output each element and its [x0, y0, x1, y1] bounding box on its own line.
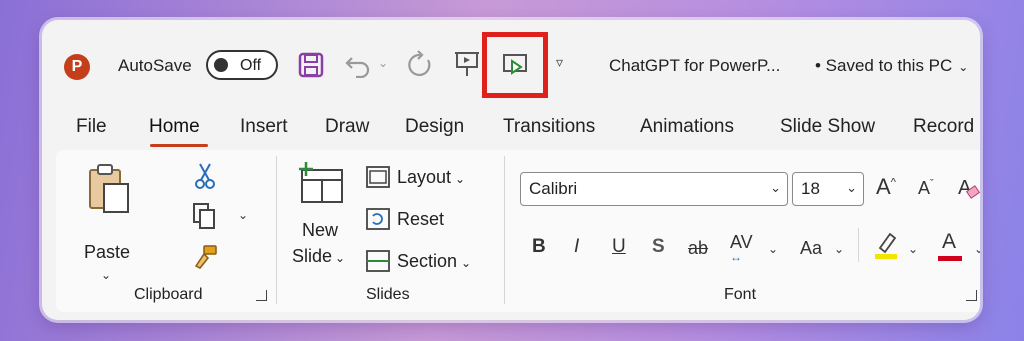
reset-icon[interactable]: [366, 208, 390, 230]
play-from-current-slide-icon[interactable]: [501, 52, 531, 80]
font-group-label: Font: [724, 286, 757, 303]
powerpoint-window: P AutoSave Off ⌄ ▿ ChatGPT for PowerP...…: [42, 20, 980, 320]
font-name-dropdown-icon[interactable]: ⌄: [770, 180, 781, 196]
toggle-knob: [214, 58, 228, 72]
clipboard-launcher-icon[interactable]: [256, 290, 267, 301]
undo-dropdown-icon[interactable]: ⌄: [378, 56, 388, 70]
tab-insert[interactable]: Insert: [240, 116, 288, 138]
section-label: Section: [397, 251, 458, 271]
layout-icon[interactable]: [366, 166, 390, 188]
font-size-combobox[interactable]: 18 ⌄: [792, 172, 864, 206]
shrink-font-letter: A: [918, 178, 931, 198]
new-slide-label-line2[interactable]: Slide ⌄: [292, 246, 345, 267]
font-launcher-icon[interactable]: [966, 290, 977, 301]
ribbon-home: Paste ⌄ ⌄ Clipboard New Slide ⌄ Layout ⌄…: [56, 150, 980, 312]
ribbon-tabs: File Home Insert Draw Design Transitions…: [42, 116, 980, 147]
font-name-combobox[interactable]: Calibri ⌄: [520, 172, 788, 206]
paste-label[interactable]: Paste: [84, 242, 130, 263]
document-title: ChatGPT for PowerP...: [609, 56, 781, 75]
strikethrough-button[interactable]: ab: [688, 238, 708, 259]
slides-group-label: Slides: [366, 286, 410, 303]
grow-font-letter: A: [876, 174, 891, 199]
tab-slide-show[interactable]: Slide Show: [780, 116, 875, 138]
layout-dropdown-icon: ⌄: [455, 172, 466, 186]
copy-dropdown-icon[interactable]: ⌄: [238, 208, 248, 222]
paste-icon[interactable]: [86, 162, 134, 216]
clipboard-group-label: Clipboard: [134, 286, 203, 303]
clear-formatting-icon[interactable]: A: [958, 174, 980, 202]
cut-icon[interactable]: [194, 162, 216, 190]
tab-home[interactable]: Home: [149, 116, 200, 138]
tab-design[interactable]: Design: [405, 116, 464, 138]
save-status[interactable]: • Saved to this PC ⌄: [815, 56, 968, 76]
font-size-dropdown-icon[interactable]: ⌄: [846, 180, 857, 196]
bold-button[interactable]: B: [532, 236, 546, 258]
reset-label[interactable]: Reset: [397, 209, 444, 230]
new-slide-dropdown-icon: ⌄: [335, 251, 346, 265]
character-spacing-button[interactable]: AV ↔: [730, 232, 753, 264]
autosave-toggle[interactable]: Off: [206, 50, 278, 80]
tab-file[interactable]: File: [76, 116, 107, 138]
character-spacing-dropdown-icon[interactable]: ⌄: [768, 242, 778, 256]
change-case-button[interactable]: Aa: [800, 238, 822, 259]
section-button[interactable]: Section ⌄: [397, 251, 471, 272]
highlight-dropdown-icon[interactable]: ⌄: [908, 242, 918, 256]
paste-dropdown-icon[interactable]: ⌄: [101, 268, 111, 282]
tab-record[interactable]: Record: [913, 116, 974, 138]
change-case-dropdown-icon[interactable]: ⌄: [834, 242, 844, 256]
highlight-color-icon[interactable]: [872, 230, 900, 260]
italic-button[interactable]: I: [574, 236, 579, 258]
format-painter-icon[interactable]: [192, 244, 218, 270]
new-slide-icon[interactable]: [296, 160, 348, 206]
section-icon[interactable]: [366, 250, 390, 272]
save-icon[interactable]: [298, 52, 324, 78]
layout-button[interactable]: Layout ⌄: [397, 167, 465, 188]
save-status-text: • Saved to this PC: [815, 56, 953, 75]
text-shadow-button[interactable]: S: [652, 236, 665, 258]
underline-button[interactable]: U: [612, 236, 626, 258]
shrink-font-icon[interactable]: Aˇ: [918, 178, 934, 199]
grow-font-icon[interactable]: A^: [876, 174, 896, 200]
tool-separator: [858, 228, 859, 262]
new-slide-label-line1[interactable]: New: [302, 220, 338, 241]
undo-icon[interactable]: [344, 52, 374, 78]
group-separator: [504, 156, 505, 304]
section-dropdown-icon: ⌄: [461, 256, 472, 270]
save-status-dropdown-icon: ⌄: [958, 60, 969, 74]
autosave-state: Off: [240, 57, 262, 74]
tab-animations[interactable]: Animations: [640, 116, 734, 138]
spacing-arrow-icon: ↔: [730, 250, 742, 264]
title-bar: P AutoSave Off ⌄ ▿ ChatGPT for PowerP...…: [42, 20, 980, 110]
active-tab-indicator: [150, 144, 208, 147]
font-size-value: 18: [801, 179, 820, 198]
character-spacing-label: AV: [730, 232, 753, 252]
tab-transitions[interactable]: Transitions: [503, 116, 595, 138]
copy-icon[interactable]: [192, 202, 218, 230]
customize-toolbar-icon[interactable]: ▿: [556, 54, 563, 71]
tab-draw[interactable]: Draw: [325, 116, 369, 138]
redo-icon[interactable]: [406, 50, 434, 80]
autosave-label: AutoSave: [118, 56, 192, 75]
layout-label: Layout: [397, 167, 452, 187]
font-color-button[interactable]: A: [942, 230, 956, 254]
font-name-value: Calibri: [529, 179, 578, 198]
group-separator: [276, 156, 277, 304]
powerpoint-logo-icon: P: [64, 54, 90, 80]
start-from-beginning-icon[interactable]: [454, 50, 482, 80]
font-color-bar: [938, 256, 962, 261]
font-color-dropdown-icon[interactable]: ⌄: [974, 242, 980, 256]
new-slide-text: Slide: [292, 246, 333, 266]
